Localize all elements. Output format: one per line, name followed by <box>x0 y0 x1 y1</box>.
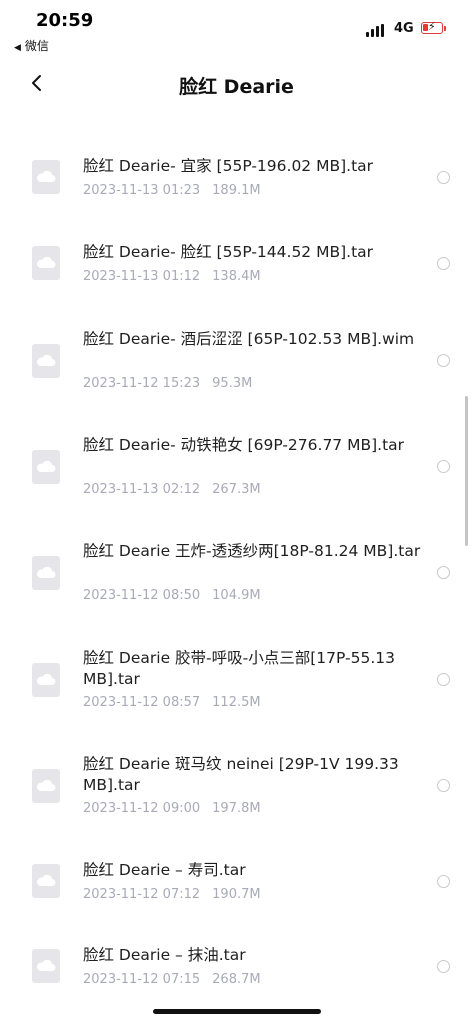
cloud-file-icon <box>32 663 60 697</box>
file-name: 脸红 Dearie 斑马纹 neinei [29P-1V 199.33 MB].… <box>83 755 399 794</box>
file-date: 2023-11-12 15:23 <box>83 376 201 391</box>
file-size: 189.1M <box>212 183 261 198</box>
file-meta: 2023-11-12 07:12 190.7M <box>83 887 261 902</box>
cloud-file-icon <box>32 246 60 280</box>
file-meta: 2023-11-12 08:57 112.5M <box>83 695 261 710</box>
file-row[interactable]: 脸红 Dearie – 抹油.tar 2023-11-12 07:15 268.7… <box>0 945 473 1005</box>
file-meta: 2023-11-13 01:23 189.1M <box>83 183 261 198</box>
nav-bar: 脸红 Dearie <box>0 58 473 110</box>
file-date: 2023-11-12 08:50 <box>83 588 201 603</box>
file-name: 脸红 Dearie- 宜家 [55P-196.02 MB].tar <box>83 157 374 175</box>
back-to-app-link[interactable]: ◀ 微信 <box>14 37 49 54</box>
file-size: 197.8M <box>212 801 261 816</box>
file-size: 267.3M <box>212 482 261 497</box>
file-date: 2023-11-13 01:23 <box>83 183 201 198</box>
file-size: 268.7M <box>212 972 261 987</box>
file-size: 95.3M <box>212 376 253 391</box>
file-meta: 2023-11-13 01:12 138.4M <box>83 269 261 284</box>
file-size: 104.9M <box>212 588 261 603</box>
signal-icon <box>366 24 386 37</box>
file-size: 190.7M <box>212 887 261 902</box>
file-date: 2023-11-12 09:00 <box>83 801 201 816</box>
file-name: 脸红 Dearie – 抹油.tar <box>83 946 246 964</box>
file-name: 脸红 Dearie 王炸-透透纱两[18P-81.24 MB].tar <box>83 542 421 560</box>
file-meta: 2023-11-12 09:00 197.8M <box>83 801 261 816</box>
select-radio[interactable] <box>437 779 450 792</box>
file-date: 2023-11-12 07:15 <box>83 972 201 987</box>
select-radio[interactable] <box>437 354 450 367</box>
select-radio[interactable] <box>437 257 450 270</box>
file-meta: 2023-11-12 08:50 104.9M <box>83 588 261 603</box>
file-date: 2023-11-13 02:12 <box>83 482 201 497</box>
page-title: 脸红 Dearie <box>179 76 294 98</box>
cloud-file-icon <box>32 949 60 983</box>
select-radio[interactable] <box>437 875 450 888</box>
file-row[interactable]: 脸红 Dearie 斑马纹 neinei [29P-1V 199.33 MB].… <box>0 754 473 824</box>
file-meta: 2023-11-13 02:12 267.3M <box>83 482 261 497</box>
file-row[interactable]: 脸红 Dearie- 酒后涩涩 [65P-102.53 MB].wim 2023… <box>0 329 473 399</box>
file-name: 脸红 Dearie- 动铁艳女 [69P-276.77 MB].tar <box>83 436 405 454</box>
cloud-file-icon <box>32 160 60 194</box>
file-row[interactable]: 脸红 Dearie – 寿司.tar 2023-11-12 07:12 190.7… <box>0 860 473 920</box>
select-radio[interactable] <box>437 566 450 579</box>
battery-icon: ⚡ <box>421 20 443 34</box>
file-name: 脸红 Dearie 胶带-呼吸-小点三部[17P-55.13 MB].tar <box>83 649 395 688</box>
select-radio[interactable] <box>437 171 450 184</box>
file-size: 112.5M <box>212 695 261 710</box>
file-date: 2023-11-13 01:12 <box>83 269 201 284</box>
file-row[interactable]: 脸红 Dearie- 宜家 [55P-196.02 MB].tar 2023-1… <box>0 156 473 216</box>
select-radio[interactable] <box>437 460 450 473</box>
file-meta: 2023-11-12 15:23 95.3M <box>83 376 252 391</box>
status-time: 20:59 <box>36 10 94 31</box>
cloud-file-icon <box>32 450 60 484</box>
file-row[interactable]: 脸红 Dearie 胶带-呼吸-小点三部[17P-55.13 MB].tar 2… <box>0 648 473 718</box>
select-radio[interactable] <box>437 960 450 973</box>
network-type: 4G <box>394 21 414 36</box>
file-size: 138.4M <box>212 269 261 284</box>
cloud-file-icon <box>32 344 60 378</box>
cloud-file-icon <box>32 556 60 590</box>
home-indicator[interactable] <box>153 1009 321 1014</box>
file-date: 2023-11-12 07:12 <box>83 887 201 902</box>
file-name: 脸红 Dearie- 酒后涩涩 [65P-102.53 MB].wim <box>83 330 415 348</box>
file-row[interactable]: 脸红 Dearie- 动铁艳女 [69P-276.77 MB].tar 2023… <box>0 435 473 505</box>
back-triangle-icon: ◀ <box>14 43 21 53</box>
status-bar: 20:59 ◀ 微信 4G ⚡ <box>0 0 473 58</box>
file-row[interactable]: 脸红 Dearie 王炸-透透纱两[18P-81.24 MB].tar 2023… <box>0 541 473 611</box>
file-name: 脸红 Dearie – 寿司.tar <box>83 861 246 879</box>
battery-tip <box>444 26 446 31</box>
file-meta: 2023-11-12 07:15 268.7M <box>83 972 261 987</box>
back-app-label: 微信 <box>24 39 49 53</box>
cloud-file-icon <box>32 864 60 898</box>
file-name: 脸红 Dearie- 脸红 [55P-144.52 MB].tar <box>83 243 374 261</box>
select-radio[interactable] <box>437 673 450 686</box>
cloud-file-icon <box>32 769 60 803</box>
scrollbar[interactable] <box>465 396 468 546</box>
file-row[interactable]: 脸红 Dearie- 脸红 [55P-144.52 MB].tar 2023-1… <box>0 242 473 302</box>
file-date: 2023-11-12 08:57 <box>83 695 201 710</box>
